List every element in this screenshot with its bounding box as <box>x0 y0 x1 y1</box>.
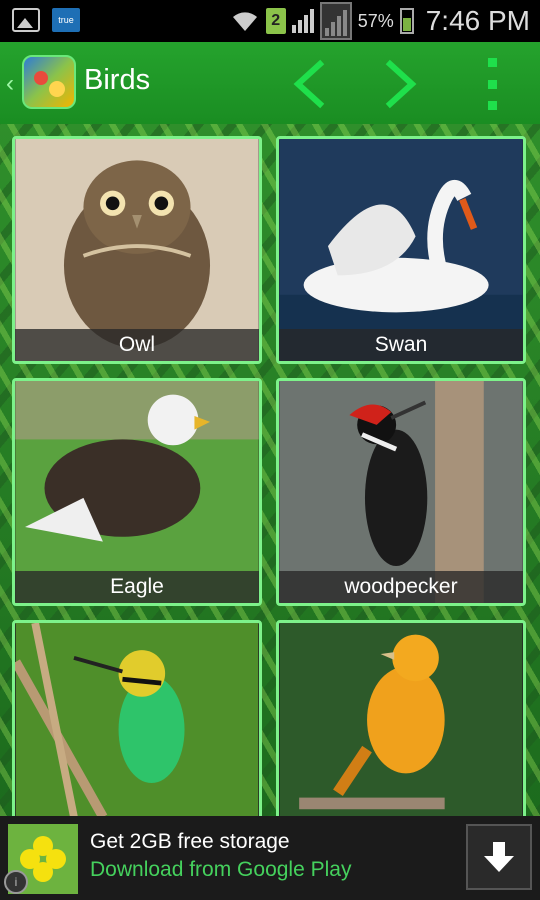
gallery-icon <box>12 8 40 32</box>
bee-eater-image <box>15 623 259 816</box>
action-bar: ‹ Birds <box>0 42 540 124</box>
woodpecker-image <box>279 381 523 603</box>
download-arrow-icon <box>484 842 514 872</box>
swan-image <box>279 139 523 361</box>
bird-tile-eagle[interactable]: Eagle <box>12 378 262 606</box>
signal-icon <box>291 9 314 33</box>
bird-tile-woodpecker[interactable]: woodpecker <box>276 378 526 606</box>
up-caret-icon[interactable]: ‹ <box>6 70 14 98</box>
ad-headline: Get 2GB free storage <box>90 830 290 853</box>
canary-image <box>279 623 523 816</box>
bird-caption: Swan <box>279 329 523 361</box>
prev-arrow-icon[interactable] <box>284 56 340 112</box>
bird-grid: Owl Swan Eagle woodpecker <box>0 124 540 816</box>
status-bar: true 2 57% 7:46 PM <box>0 0 540 42</box>
wifi-icon <box>230 9 260 33</box>
true-badge-icon: true <box>52 8 80 32</box>
info-icon[interactable]: i <box>4 870 28 894</box>
bird-caption: Eagle <box>15 571 259 603</box>
clock: 7:46 PM <box>425 5 530 36</box>
bird-tile-canary[interactable] <box>276 620 526 816</box>
ad-subline: Download from Google Play <box>90 858 352 881</box>
bird-caption: Owl <box>15 329 259 361</box>
sim-icon: 2 <box>265 8 286 34</box>
overflow-menu-icon[interactable] <box>478 58 506 110</box>
page-title: Birds <box>84 64 151 96</box>
battery-percent: 57% <box>357 10 394 31</box>
battery-icon <box>399 8 414 34</box>
bird-caption: woodpecker <box>279 571 523 603</box>
eagle-image <box>15 381 259 603</box>
next-arrow-icon[interactable] <box>370 56 426 112</box>
signal-secondary-icon <box>319 2 352 40</box>
owl-image <box>15 139 259 361</box>
bird-tile-owl[interactable]: Owl <box>12 136 262 364</box>
app-icon[interactable] <box>22 55 76 109</box>
ad-banner[interactable]: i Get 2GB free storage Download from Goo… <box>0 816 540 900</box>
download-button[interactable] <box>466 824 532 890</box>
bird-tile-bee-eater[interactable] <box>12 620 262 816</box>
bird-tile-swan[interactable]: Swan <box>276 136 526 364</box>
